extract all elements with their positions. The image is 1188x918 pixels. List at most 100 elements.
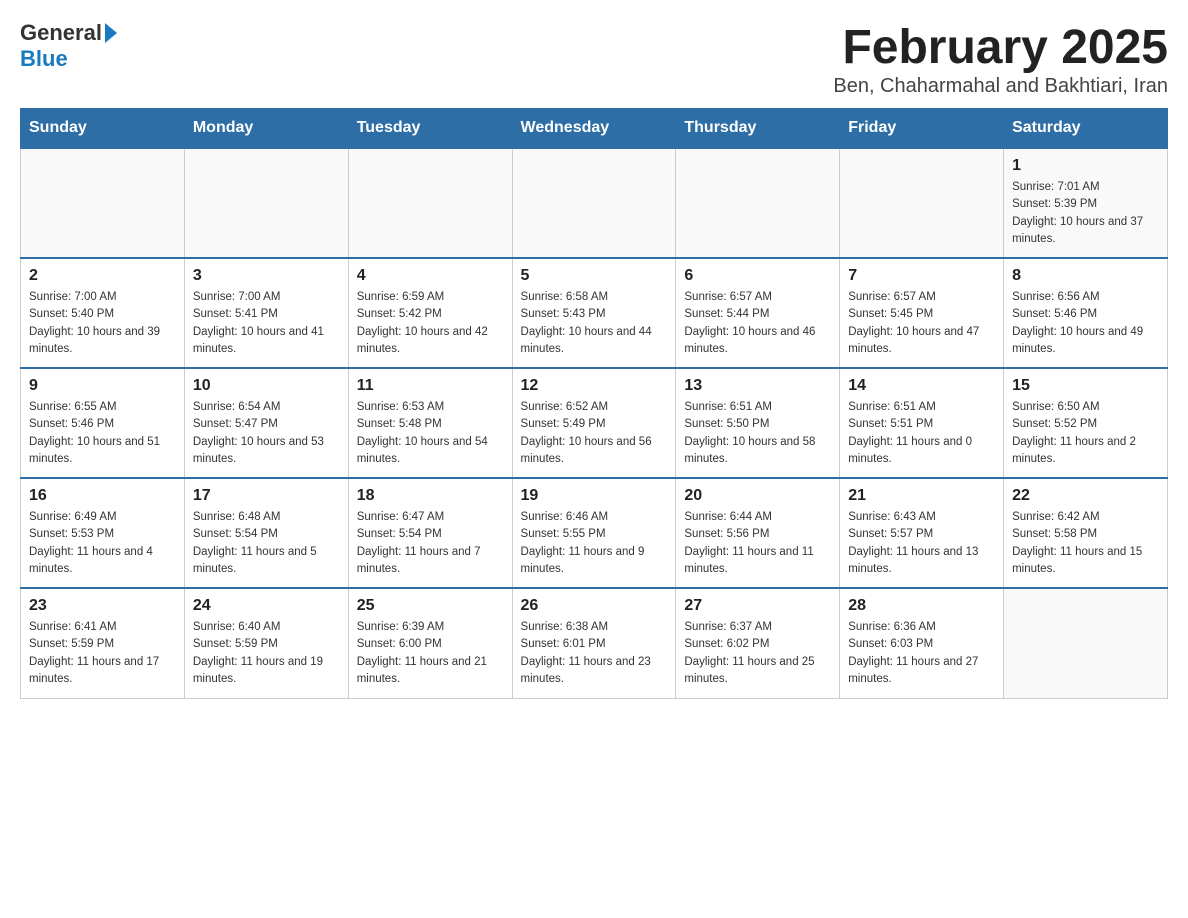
weekday-header-friday: Friday [840, 109, 1004, 149]
weekday-header-thursday: Thursday [676, 109, 840, 149]
calendar-cell: 18 Sunrise: 6:47 AMSunset: 5:54 PMDayligh… [348, 478, 512, 588]
calendar-cell: 9 Sunrise: 6:55 AMSunset: 5:46 PMDaylight… [21, 368, 185, 478]
day-number: 7 [848, 267, 995, 285]
day-info: Sunrise: 6:43 AMSunset: 5:57 PMDaylight:… [848, 509, 995, 578]
day-info: Sunrise: 6:41 AMSunset: 5:59 PMDaylight:… [29, 619, 176, 688]
calendar-week-row: 23 Sunrise: 6:41 AMSunset: 5:59 PMDayligh… [21, 588, 1168, 698]
month-title: February 2025 [833, 20, 1168, 75]
day-info: Sunrise: 7:00 AMSunset: 5:40 PMDaylight:… [29, 289, 176, 358]
page-header: General Blue February 2025 Ben, Chaharma… [20, 20, 1168, 98]
day-number: 4 [357, 267, 504, 285]
day-number: 28 [848, 597, 995, 615]
calendar-cell [1004, 588, 1168, 698]
day-number: 23 [29, 597, 176, 615]
logo-arrow-icon [105, 23, 117, 43]
day-number: 1 [1012, 157, 1159, 175]
day-number: 14 [848, 377, 995, 395]
day-number: 6 [684, 267, 831, 285]
day-info: Sunrise: 6:53 AMSunset: 5:48 PMDaylight:… [357, 399, 504, 468]
day-number: 8 [1012, 267, 1159, 285]
calendar-cell [348, 148, 512, 258]
day-number: 26 [521, 597, 668, 615]
calendar-cell: 6 Sunrise: 6:57 AMSunset: 5:44 PMDaylight… [676, 258, 840, 368]
day-number: 16 [29, 487, 176, 505]
day-number: 10 [193, 377, 340, 395]
day-info: Sunrise: 6:47 AMSunset: 5:54 PMDaylight:… [357, 509, 504, 578]
calendar-cell: 1 Sunrise: 7:01 AMSunset: 5:39 PMDaylight… [1004, 148, 1168, 258]
weekday-header-monday: Monday [184, 109, 348, 149]
day-info: Sunrise: 6:37 AMSunset: 6:02 PMDaylight:… [684, 619, 831, 688]
weekday-header-saturday: Saturday [1004, 109, 1168, 149]
location-subtitle: Ben, Chaharmahal and Bakhtiari, Iran [833, 75, 1168, 98]
day-info: Sunrise: 6:57 AMSunset: 5:45 PMDaylight:… [848, 289, 995, 358]
calendar-cell: 25 Sunrise: 6:39 AMSunset: 6:00 PMDayligh… [348, 588, 512, 698]
calendar-week-row: 16 Sunrise: 6:49 AMSunset: 5:53 PMDayligh… [21, 478, 1168, 588]
calendar-cell: 28 Sunrise: 6:36 AMSunset: 6:03 PMDayligh… [840, 588, 1004, 698]
day-info: Sunrise: 6:54 AMSunset: 5:47 PMDaylight:… [193, 399, 340, 468]
day-number: 9 [29, 377, 176, 395]
calendar-cell: 4 Sunrise: 6:59 AMSunset: 5:42 PMDaylight… [348, 258, 512, 368]
calendar-cell: 24 Sunrise: 6:40 AMSunset: 5:59 PMDayligh… [184, 588, 348, 698]
day-number: 19 [521, 487, 668, 505]
day-number: 20 [684, 487, 831, 505]
calendar-cell: 2 Sunrise: 7:00 AMSunset: 5:40 PMDaylight… [21, 258, 185, 368]
calendar-week-row: 2 Sunrise: 7:00 AMSunset: 5:40 PMDaylight… [21, 258, 1168, 368]
day-number: 27 [684, 597, 831, 615]
day-info: Sunrise: 6:44 AMSunset: 5:56 PMDaylight:… [684, 509, 831, 578]
calendar-cell [676, 148, 840, 258]
calendar-cell: 10 Sunrise: 6:54 AMSunset: 5:47 PMDayligh… [184, 368, 348, 478]
day-info: Sunrise: 6:46 AMSunset: 5:55 PMDaylight:… [521, 509, 668, 578]
calendar-cell [512, 148, 676, 258]
day-info: Sunrise: 7:00 AMSunset: 5:41 PMDaylight:… [193, 289, 340, 358]
day-number: 11 [357, 377, 504, 395]
calendar-cell: 19 Sunrise: 6:46 AMSunset: 5:55 PMDayligh… [512, 478, 676, 588]
calendar-cell: 3 Sunrise: 7:00 AMSunset: 5:41 PMDaylight… [184, 258, 348, 368]
calendar-cell: 11 Sunrise: 6:53 AMSunset: 5:48 PMDayligh… [348, 368, 512, 478]
day-info: Sunrise: 6:52 AMSunset: 5:49 PMDaylight:… [521, 399, 668, 468]
title-section: February 2025 Ben, Chaharmahal and Bakht… [833, 20, 1168, 98]
calendar-week-row: 1 Sunrise: 7:01 AMSunset: 5:39 PMDaylight… [21, 148, 1168, 258]
weekday-header-wednesday: Wednesday [512, 109, 676, 149]
day-info: Sunrise: 7:01 AMSunset: 5:39 PMDaylight:… [1012, 179, 1159, 248]
calendar-cell: 20 Sunrise: 6:44 AMSunset: 5:56 PMDayligh… [676, 478, 840, 588]
day-number: 5 [521, 267, 668, 285]
day-info: Sunrise: 6:51 AMSunset: 5:50 PMDaylight:… [684, 399, 831, 468]
day-info: Sunrise: 6:48 AMSunset: 5:54 PMDaylight:… [193, 509, 340, 578]
calendar-cell: 17Sunrise: 6:48 AMSunset: 5:54 PMDayligh… [184, 478, 348, 588]
calendar-cell: 7 Sunrise: 6:57 AMSunset: 5:45 PMDaylight… [840, 258, 1004, 368]
day-info: Sunrise: 6:49 AMSunset: 5:53 PMDaylight:… [29, 509, 176, 578]
day-info: Sunrise: 6:40 AMSunset: 5:59 PMDaylight:… [193, 619, 340, 688]
day-number: 13 [684, 377, 831, 395]
day-info: Sunrise: 6:59 AMSunset: 5:42 PMDaylight:… [357, 289, 504, 358]
day-info: Sunrise: 6:50 AMSunset: 5:52 PMDaylight:… [1012, 399, 1159, 468]
calendar-week-row: 9 Sunrise: 6:55 AMSunset: 5:46 PMDaylight… [21, 368, 1168, 478]
day-number: 15 [1012, 377, 1159, 395]
day-info: Sunrise: 6:42 AMSunset: 5:58 PMDaylight:… [1012, 509, 1159, 578]
calendar-cell: 16 Sunrise: 6:49 AMSunset: 5:53 PMDayligh… [21, 478, 185, 588]
calendar-cell: 21Sunrise: 6:43 AMSunset: 5:57 PMDayligh… [840, 478, 1004, 588]
calendar-table: SundayMondayTuesdayWednesdayThursdayFrid… [20, 108, 1168, 699]
calendar-cell: 5Sunrise: 6:58 AMSunset: 5:43 PMDaylight… [512, 258, 676, 368]
day-info: Sunrise: 6:56 AMSunset: 5:46 PMDaylight:… [1012, 289, 1159, 358]
day-number: 24 [193, 597, 340, 615]
calendar-cell: 27 Sunrise: 6:37 AMSunset: 6:02 PMDayligh… [676, 588, 840, 698]
day-info: Sunrise: 6:57 AMSunset: 5:44 PMDaylight:… [684, 289, 831, 358]
calendar-cell: 8 Sunrise: 6:56 AMSunset: 5:46 PMDaylight… [1004, 258, 1168, 368]
day-number: 12 [521, 377, 668, 395]
day-number: 3 [193, 267, 340, 285]
calendar-cell [184, 148, 348, 258]
weekday-header-tuesday: Tuesday [348, 109, 512, 149]
day-info: Sunrise: 6:39 AMSunset: 6:00 PMDaylight:… [357, 619, 504, 688]
day-number: 25 [357, 597, 504, 615]
calendar-cell: 26Sunrise: 6:38 AMSunset: 6:01 PMDayligh… [512, 588, 676, 698]
day-number: 18 [357, 487, 504, 505]
day-info: Sunrise: 6:51 AMSunset: 5:51 PMDaylight:… [848, 399, 995, 468]
calendar-cell: 14 Sunrise: 6:51 AMSunset: 5:51 PMDayligh… [840, 368, 1004, 478]
day-info: Sunrise: 6:36 AMSunset: 6:03 PMDaylight:… [848, 619, 995, 688]
day-info: Sunrise: 6:55 AMSunset: 5:46 PMDaylight:… [29, 399, 176, 468]
logo: General Blue [20, 20, 120, 72]
day-number: 22 [1012, 487, 1159, 505]
weekday-header-sunday: Sunday [21, 109, 185, 149]
calendar-cell [840, 148, 1004, 258]
day-number: 2 [29, 267, 176, 285]
